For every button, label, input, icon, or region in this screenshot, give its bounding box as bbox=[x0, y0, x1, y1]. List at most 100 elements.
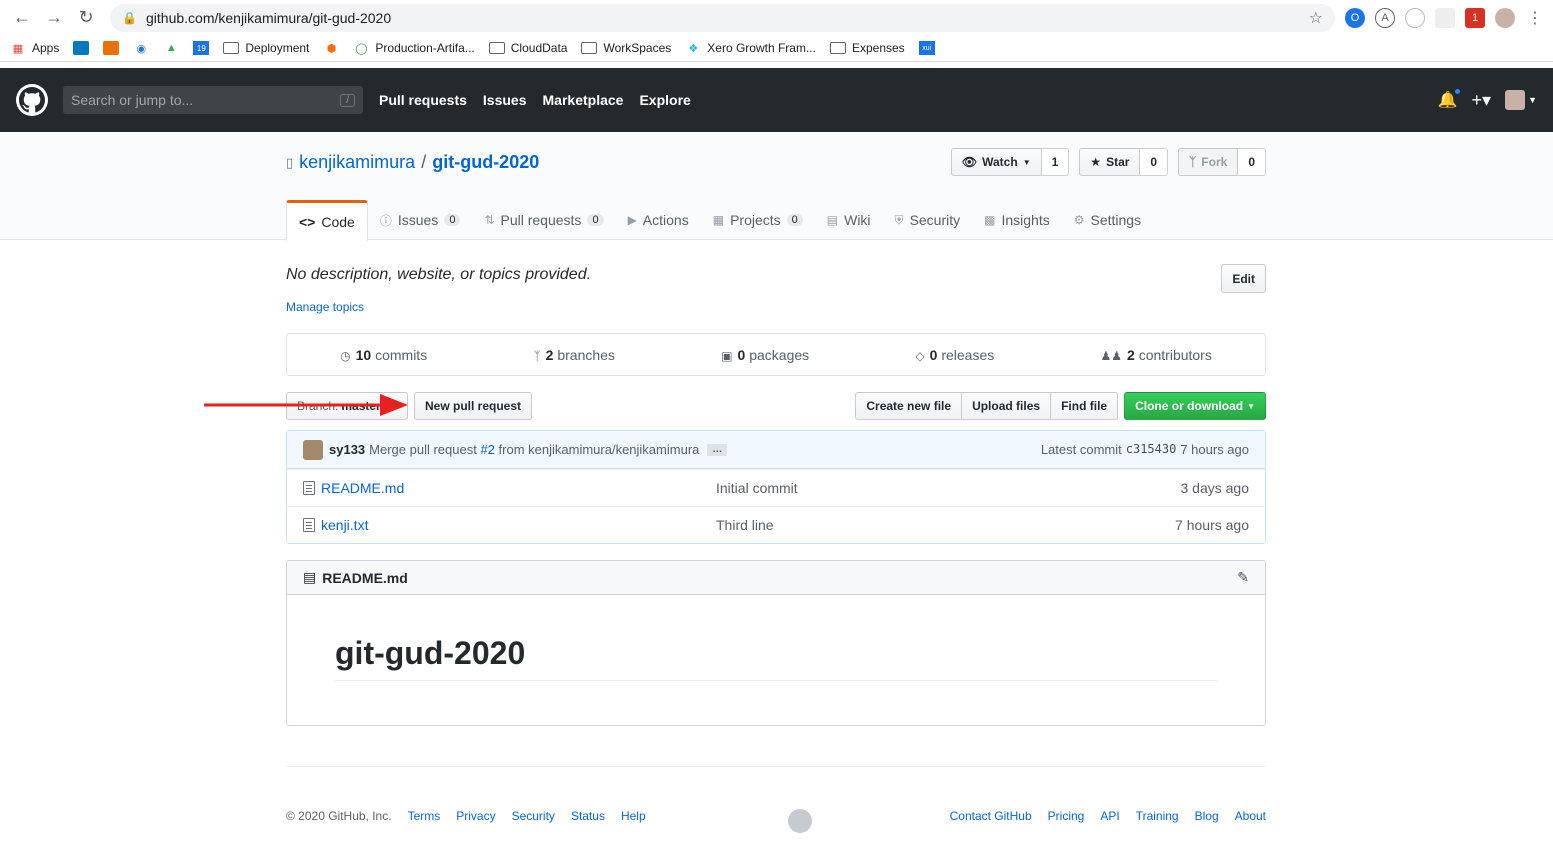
bookmark-deployment[interactable]: Deployment bbox=[223, 41, 309, 55]
footer-link-security[interactable]: Security bbox=[512, 809, 555, 823]
copyright: © 2020 GitHub, Inc. bbox=[286, 809, 392, 823]
bookmark-xero[interactable]: ❖ Xero Growth Fram... bbox=[685, 41, 816, 55]
footer-link-status[interactable]: Status bbox=[571, 809, 605, 823]
commit-sha[interactable]: c315430 bbox=[1126, 442, 1177, 457]
commits-link[interactable]: ◷ 10 commits bbox=[340, 347, 427, 363]
footer-link-about[interactable]: About bbox=[1235, 809, 1266, 823]
extension-circle-icon[interactable] bbox=[1405, 7, 1425, 28]
extension-red-icon[interactable]: 1 bbox=[1465, 7, 1485, 28]
search-input[interactable]: Search or jump to... / bbox=[63, 86, 363, 114]
bookmark-outlook[interactable]: ◉ bbox=[133, 41, 149, 55]
user-menu[interactable]: ▼ bbox=[1505, 90, 1537, 110]
upload-files-button[interactable]: Upload files bbox=[961, 392, 1052, 420]
readme-body: git-gud-2020 bbox=[287, 595, 1265, 721]
edit-button[interactable]: Edit bbox=[1221, 264, 1266, 293]
releases-link[interactable]: ◇ 0 releases bbox=[915, 347, 994, 363]
tab-wiki[interactable]: ▤ Wiki bbox=[815, 200, 883, 240]
nav-issues[interactable]: Issues bbox=[483, 92, 527, 108]
footer-link-blog[interactable]: Blog bbox=[1195, 809, 1219, 823]
bookmark-production[interactable]: ⬢ bbox=[323, 41, 339, 55]
expand-commit-button[interactable]: … bbox=[707, 443, 728, 456]
notification-bell-icon[interactable]: 🔔 bbox=[1438, 87, 1462, 110]
committer-name[interactable]: sy133 bbox=[329, 442, 365, 457]
bookmark-workspaces[interactable]: WorkSpaces bbox=[581, 41, 671, 55]
url-text[interactable]: github.com/kenjikamimura/git-gud-2020 bbox=[146, 10, 1309, 26]
back-arrow-icon[interactable]: ← bbox=[8, 4, 36, 32]
clone-or-download-button[interactable]: Clone or download ▼ bbox=[1124, 392, 1266, 420]
create-new-file-button[interactable]: Create new file bbox=[855, 392, 963, 420]
file-commit-message[interactable]: Third line bbox=[716, 517, 1175, 533]
github-mark-icon[interactable] bbox=[788, 809, 812, 833]
tab-projects[interactable]: ▦ Projects 0 bbox=[701, 200, 815, 240]
bookmark-calendar[interactable]: 19 bbox=[193, 41, 210, 55]
packages-link[interactable]: ▣ 0 packages bbox=[721, 347, 809, 363]
tab-settings[interactable]: ⚙ Settings bbox=[1062, 200, 1153, 240]
chevron-down-icon: ▼ bbox=[1528, 95, 1537, 105]
issue-icon: ⓘ bbox=[379, 213, 392, 228]
footer-link-terms[interactable]: Terms bbox=[408, 809, 441, 823]
shield-icon: ⛨ bbox=[894, 212, 904, 227]
bookmark-production-artifacts[interactable]: ◯ Production-Artifa... bbox=[353, 41, 475, 55]
create-plus-icon[interactable]: +▾ bbox=[1472, 90, 1492, 111]
contributors-link[interactable]: ♟♟ 2 contributors bbox=[1101, 347, 1212, 363]
bookmark-star-icon[interactable]: ☆ bbox=[1309, 8, 1323, 28]
profile-avatar-icon[interactable] bbox=[1495, 7, 1515, 28]
bookmark-expenses[interactable]: Expenses bbox=[829, 41, 905, 55]
book-icon: ▤ bbox=[303, 569, 317, 585]
tab-insights[interactable]: ▩ Insights bbox=[972, 200, 1062, 240]
watch-count[interactable]: 1 bbox=[1041, 148, 1070, 176]
find-file-button[interactable]: Find file bbox=[1050, 392, 1119, 420]
book-icon: ▤ bbox=[826, 213, 839, 227]
nav-explore[interactable]: Explore bbox=[639, 92, 690, 108]
fork-count[interactable]: 0 bbox=[1238, 148, 1266, 176]
nav-marketplace[interactable]: Marketplace bbox=[543, 92, 624, 108]
committer-avatar[interactable] bbox=[303, 439, 323, 460]
star-button[interactable]: ★ Star bbox=[1079, 148, 1141, 176]
footer-link-privacy[interactable]: Privacy bbox=[456, 809, 495, 823]
gear-icon: ⚙ bbox=[1073, 213, 1085, 227]
new-pull-request-button[interactable]: New pull request bbox=[414, 392, 533, 420]
tab-issues[interactable]: ⓘ Issues 0 bbox=[368, 200, 473, 240]
footer-link-contact[interactable]: Contact GitHub bbox=[950, 809, 1032, 823]
repo-name-link[interactable]: git-gud-2020 bbox=[432, 152, 539, 173]
xui-icon: xui bbox=[918, 41, 935, 55]
bookmark-drive[interactable]: ▲ bbox=[163, 41, 179, 55]
tab-pull-requests[interactable]: ⇅ Pull requests 0 bbox=[472, 200, 615, 240]
bookmark-xui[interactable]: xui bbox=[918, 41, 935, 55]
manage-topics-link[interactable]: Manage topics bbox=[286, 300, 364, 314]
bookmark-apps[interactable]: ▦ Apps bbox=[10, 41, 60, 55]
address-bar[interactable]: 🔒 github.com/kenjikamimura/git-gud-2020 … bbox=[110, 3, 1335, 32]
fork-button[interactable]: ᛉ Fork bbox=[1178, 148, 1239, 176]
file-commit-message[interactable]: Initial commit bbox=[716, 480, 1181, 496]
bookmark-orange[interactable] bbox=[103, 41, 120, 55]
menu-kebab-icon[interactable]: ⋮ bbox=[1525, 8, 1545, 28]
footer-link-training[interactable]: Training bbox=[1136, 809, 1179, 823]
code-icon: <> bbox=[299, 214, 316, 230]
github-logo-icon[interactable] bbox=[16, 84, 48, 116]
tab-security[interactable]: ⛨ Security bbox=[883, 200, 973, 240]
pencil-icon[interactable]: ✎ bbox=[1237, 569, 1249, 586]
extension-o-icon[interactable]: O bbox=[1345, 7, 1365, 28]
tab-actions[interactable]: ▶ Actions bbox=[616, 200, 701, 240]
bookmark-trello[interactable] bbox=[73, 41, 90, 55]
branches-link[interactable]: ᛉ2 branches bbox=[533, 347, 614, 363]
repo-actions: 👁 Watch ▼ 1 ★ Star 0 ᛉ Fork 0 bbox=[950, 148, 1266, 176]
extension-grid-icon[interactable] bbox=[1435, 7, 1455, 28]
forward-arrow-icon[interactable]: → bbox=[40, 4, 68, 32]
commit-pr-link[interactable]: #2 bbox=[480, 442, 494, 457]
footer-link-pricing[interactable]: Pricing bbox=[1048, 809, 1085, 823]
nav-pull-requests[interactable]: Pull requests bbox=[379, 92, 467, 108]
footer-link-api[interactable]: API bbox=[1100, 809, 1119, 823]
footer-left: © 2020 GitHub, Inc. Terms Privacy Securi… bbox=[286, 809, 646, 823]
footer-link-help[interactable]: Help bbox=[621, 809, 646, 823]
extension-a-icon[interactable]: A bbox=[1375, 7, 1395, 28]
file-link[interactable]: README.md bbox=[321, 480, 404, 496]
reload-icon[interactable]: ↻ bbox=[72, 4, 100, 32]
issues-counter: 0 bbox=[444, 214, 461, 226]
repo-owner-link[interactable]: kenjikamimura bbox=[299, 152, 415, 173]
bookmark-clouddata[interactable]: CloudData bbox=[488, 41, 567, 55]
star-count[interactable]: 0 bbox=[1140, 148, 1169, 176]
watch-button[interactable]: 👁 Watch ▼ bbox=[950, 148, 1042, 176]
tab-code[interactable]: <> Code bbox=[286, 200, 368, 241]
file-link[interactable]: kenji.txt bbox=[321, 517, 368, 533]
